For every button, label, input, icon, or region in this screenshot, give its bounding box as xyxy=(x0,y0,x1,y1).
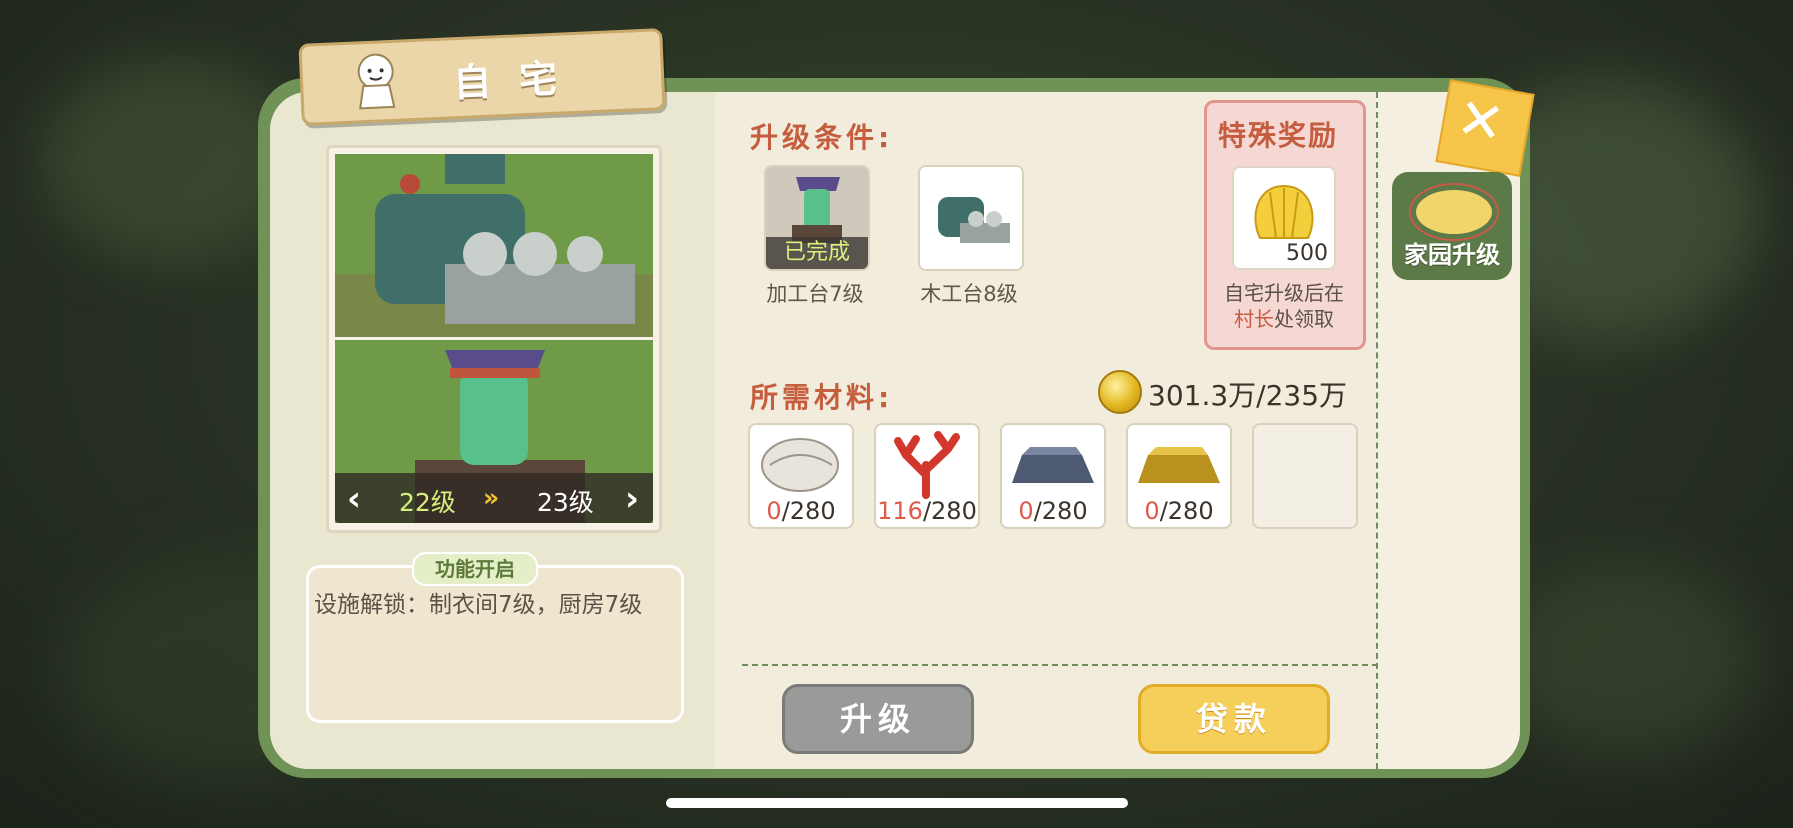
next-level: 23级 xyxy=(537,488,594,517)
level-switcher: ‹ 22级 » 23级 › xyxy=(335,473,653,523)
material-slot[interactable]: 116/280 xyxy=(874,423,980,529)
home-upgrade-button[interactable]: 家园升级 xyxy=(1392,172,1512,280)
reward-note: 自宅升级后在 村长处领取 xyxy=(1210,280,1358,332)
material-count: 0/280 xyxy=(1144,497,1214,525)
material-count: 116/280 xyxy=(877,497,977,525)
reward-count: 500 xyxy=(1286,241,1328,266)
requirement-label: 木工台8级 xyxy=(920,282,1018,306)
mascot-icon xyxy=(357,53,396,110)
home-upgrade-label: 家园升级 xyxy=(1404,241,1500,269)
reward-note-highlight: 村长 xyxy=(1234,307,1274,331)
material-slot[interactable]: 0/280 xyxy=(748,423,854,529)
next-level-arrow[interactable]: › xyxy=(625,479,639,519)
reward-slot[interactable]: 500 xyxy=(1232,166,1336,270)
close-icon: ✕ xyxy=(1451,85,1510,158)
materials-title: 所需材料: xyxy=(750,381,894,414)
gold-ingot-icon xyxy=(1138,447,1220,483)
shell-icon xyxy=(761,438,839,492)
prev-level-arrow[interactable]: ‹ xyxy=(347,479,361,519)
background-blur xyxy=(1500,560,1760,760)
coral-icon xyxy=(894,431,960,499)
home-indicator[interactable] xyxy=(666,798,1128,808)
material-slot[interactable]: 0/280 xyxy=(1126,423,1232,529)
carpentry-table-icon xyxy=(920,167,1022,269)
requirement-slot[interactable] xyxy=(918,165,1024,271)
current-level: 22级 xyxy=(399,488,456,517)
upgrade-button[interactable]: 升级 xyxy=(782,684,974,754)
loan-button[interactable]: 贷款 xyxy=(1138,684,1330,754)
material-slot-empty xyxy=(1252,423,1358,529)
title-tag: 自宅 xyxy=(298,28,666,126)
function-unlock-label: 功能开启 xyxy=(412,552,538,586)
requirement-slot[interactable]: 已完成 xyxy=(764,165,870,271)
special-reward-title: 特殊奖励 xyxy=(1218,119,1339,152)
close-button[interactable]: ✕ xyxy=(1435,79,1535,177)
completed-tag: 已完成 xyxy=(766,237,868,269)
requirements-title: 升级条件: xyxy=(750,121,894,154)
coin-amount: 301.3万/235万 xyxy=(1148,379,1348,412)
coin-icon xyxy=(1098,370,1142,414)
material-count: 0/280 xyxy=(1018,497,1088,525)
requirement-label: 加工台7级 xyxy=(766,282,864,306)
building-preview: ‹ 22级 » 23级 › xyxy=(326,145,662,533)
reward-note-line2: 处领取 xyxy=(1274,307,1334,331)
iron-ingot-icon xyxy=(1012,447,1094,483)
building-image-current xyxy=(335,154,653,337)
material-slot[interactable]: 0/280 xyxy=(1000,423,1106,529)
page-title: 自宅 xyxy=(452,55,587,106)
material-count: 0/280 xyxy=(766,497,836,525)
reward-note-line1: 自宅升级后在 xyxy=(1224,281,1344,305)
divider xyxy=(742,664,1378,666)
level-arrows-icon: » xyxy=(483,483,500,512)
cloud-icon xyxy=(1409,183,1499,241)
function-unlock-text: 设施解锁：制衣间7级，厨房7级 xyxy=(314,592,643,618)
